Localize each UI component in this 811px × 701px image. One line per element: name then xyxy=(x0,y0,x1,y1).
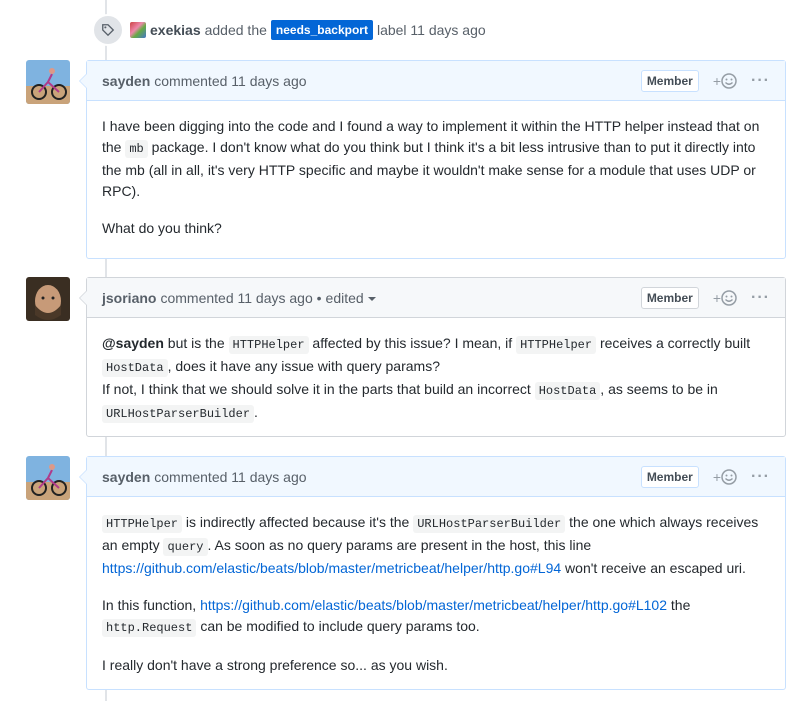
comment-text: . As soon as no query params are present… xyxy=(207,537,592,553)
code-link[interactable]: https://github.com/elastic/beats/blob/ma… xyxy=(102,560,561,576)
edited-label: edited xyxy=(325,289,364,306)
smiley-icon xyxy=(721,468,737,485)
comment-body: I have been digging into the code and I … xyxy=(87,101,785,254)
comment-text: If not, I think that we should solve it … xyxy=(102,381,531,397)
add-reaction-button[interactable]: + xyxy=(713,290,737,306)
comment-text: I really don't have a strong preference … xyxy=(102,657,448,673)
tag-icon xyxy=(92,14,124,46)
comment-author[interactable]: sayden xyxy=(102,469,150,485)
comment-timestamp[interactable]: commented 11 days ago xyxy=(154,469,306,485)
comment-text: the xyxy=(670,597,691,613)
event-actor-avatar[interactable] xyxy=(130,22,146,38)
comment-text: can be modified to include query params … xyxy=(200,618,480,634)
inline-code: HostData xyxy=(102,359,168,377)
avatar[interactable] xyxy=(26,277,70,321)
comment-text: affected by this issue? I mean, if xyxy=(312,335,513,351)
chevron-down-icon xyxy=(367,296,376,301)
plus-label: + xyxy=(712,72,722,89)
event-text-after: label 11 days ago xyxy=(376,22,486,38)
inline-code: HTTPHelper xyxy=(102,515,183,533)
comment-text: . xyxy=(254,404,258,420)
inline-code: mb xyxy=(125,140,148,158)
inline-code: HTTPHelper xyxy=(228,336,309,354)
event-actor[interactable]: exekias xyxy=(150,22,201,38)
user-mention[interactable]: @sayden xyxy=(102,335,164,351)
comment-header: sayden commented 11 days ago Member + ··… xyxy=(79,457,785,497)
label-event: exekias added the needs_backport label 1… xyxy=(92,14,486,46)
code-link[interactable]: https://github.com/elastic/beats/blob/ma… xyxy=(200,597,667,613)
inline-code: HTTPHelper xyxy=(516,336,597,354)
inline-code: HostData xyxy=(534,382,601,400)
comment-text: won't receive an escaped uri. xyxy=(565,560,746,576)
comment-body: HTTPHelper is indirectly affected becaus… xyxy=(87,497,785,691)
comment-text: , does it have any issue with query para… xyxy=(167,358,440,374)
avatar[interactable] xyxy=(26,60,70,104)
more-options-icon[interactable]: ··· xyxy=(751,72,770,90)
inline-code: URLHostParserBuilder xyxy=(413,515,566,533)
more-options-icon[interactable]: ··· xyxy=(751,468,770,486)
inline-code: URLHostParserBuilder xyxy=(102,405,255,423)
comment-text: What do you think? xyxy=(102,220,222,236)
comment-text: package. I don't know what do you think … xyxy=(102,139,756,199)
comment-timestamp[interactable]: commented 11 days ago xyxy=(154,73,306,89)
comment-box: sayden commented 11 days ago Member + ··… xyxy=(79,60,786,259)
comment-header: sayden commented 11 days ago Member + ··… xyxy=(79,61,785,101)
member-badge: Member xyxy=(640,286,699,309)
comment-author[interactable]: jsoriano xyxy=(102,290,156,306)
member-badge: Member xyxy=(640,465,699,488)
comment-text: In this function, xyxy=(102,597,197,613)
comment-box: sayden commented 11 days ago Member + ··… xyxy=(79,456,786,691)
comment-author[interactable]: sayden xyxy=(102,73,150,89)
add-reaction-button[interactable]: + xyxy=(713,73,737,89)
comment-timestamp[interactable]: commented 11 days ago • xyxy=(160,290,321,306)
inline-code: http.Request xyxy=(102,619,197,637)
avatar[interactable] xyxy=(26,456,70,500)
smiley-icon xyxy=(721,289,737,306)
comment-text: but is the xyxy=(167,335,225,351)
add-reaction-button[interactable]: + xyxy=(713,469,737,485)
plus-label: + xyxy=(712,289,722,306)
comment-text: is indirectly affected because it's the xyxy=(185,514,410,530)
inline-code: query xyxy=(163,538,208,556)
edited-dropdown[interactable]: edited xyxy=(326,290,376,306)
smiley-icon xyxy=(721,72,737,89)
more-options-icon[interactable]: ··· xyxy=(751,289,770,307)
member-badge: Member xyxy=(640,69,699,92)
comment-header: jsoriano commented 11 days ago • edited … xyxy=(79,278,785,318)
event-text-before: added the xyxy=(204,22,267,38)
comment-text: receives a correctly built xyxy=(599,335,751,351)
comment-text: , as seems to be in xyxy=(600,381,718,397)
label-badge[interactable]: needs_backport xyxy=(270,20,373,40)
comment-body: @sayden but is the HTTPHelper affected b… xyxy=(87,318,785,440)
comment-box: jsoriano commented 11 days ago • edited … xyxy=(79,277,786,440)
plus-label: + xyxy=(712,468,722,485)
